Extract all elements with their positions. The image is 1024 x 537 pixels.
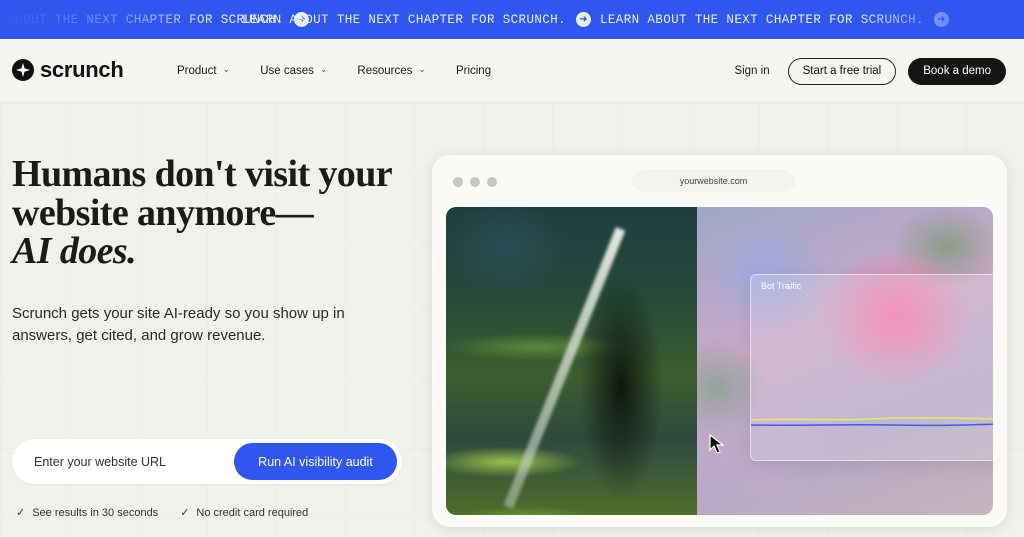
mouse-cursor-icon xyxy=(709,433,725,454)
logo[interactable]: scrunch xyxy=(12,57,124,83)
logo-text: scrunch xyxy=(40,57,124,82)
check-item: ✓ See results in 30 seconds xyxy=(16,506,158,519)
banner-text: LEARN ABOUT THE NEXT CHAPTER FOR SCRUNCH… xyxy=(242,12,566,27)
address-bar: yourwebsite.com xyxy=(632,170,795,192)
chevron-down-icon: ⌄ xyxy=(418,65,426,75)
headline-line: Humans don't visit your xyxy=(12,153,393,195)
nav-item-label: Pricing xyxy=(455,65,492,77)
banner-fade xyxy=(854,0,1024,39)
bot-traffic-lines xyxy=(751,417,993,427)
benefit-checks: ✓ See results in 30 seconds ✓ No credit … xyxy=(16,506,308,519)
traffic-line-yellow xyxy=(751,417,993,421)
window-dot xyxy=(487,177,497,187)
traffic-line-blue xyxy=(751,423,993,427)
banner-fade xyxy=(0,0,220,39)
window-dot xyxy=(453,177,463,187)
headline-line: website anymore— xyxy=(12,191,314,234)
check-item: ✓ No credit card required xyxy=(180,506,308,519)
headline-emphasis: AI does. xyxy=(12,230,137,272)
check-label: See results in 30 seconds xyxy=(32,506,159,519)
bot-traffic-panel: Bot Traffic xyxy=(750,274,993,461)
website-url-input[interactable] xyxy=(34,439,224,484)
window-dot xyxy=(470,177,480,187)
nav-item-pricing[interactable]: Pricing xyxy=(456,65,491,77)
checkmark-icon: ✓ xyxy=(180,506,190,519)
nav-actions: Sign in Start a free trial Book a demo xyxy=(734,39,1006,103)
sign-in-link[interactable]: Sign in xyxy=(734,65,769,77)
arrow-right-circle-icon: ➜ xyxy=(575,12,591,27)
announcement-banner[interactable]: LEARN ABOUT THE NEXT CHAPTER FOR SCRUNCH… xyxy=(0,0,1024,39)
start-free-trial-button[interactable]: Start a free trial xyxy=(787,57,897,85)
run-audit-button[interactable]: Run AI visibility audit xyxy=(234,443,397,480)
banner-item[interactable]: LEARN ABOUT THE NEXT CHAPTER FOR SCRUNCH… xyxy=(242,0,591,39)
check-label: No credit card required xyxy=(196,506,309,519)
chevron-down-icon: ⌄ xyxy=(319,65,328,75)
sparkle-star-icon xyxy=(12,59,34,81)
nav-menu: Product ⌄ Use cases ⌄ Resources ⌄ Pricin… xyxy=(177,39,521,103)
window-controls xyxy=(453,177,497,187)
chevron-down-icon: ⌄ xyxy=(222,65,231,75)
nav-item-label: Resources xyxy=(357,65,413,77)
browser-viewport: Bot Traffic xyxy=(446,207,993,515)
nav-item-label: Product xyxy=(177,65,217,77)
book-demo-button[interactable]: Book a demo xyxy=(908,57,1006,85)
url-form: Run AI visibility audit xyxy=(12,439,402,484)
top-navigation: scrunch Product ⌄ Use cases ⌄ Resources … xyxy=(0,39,1024,103)
nav-item-use-cases[interactable]: Use cases ⌄ xyxy=(260,65,327,77)
nav-item-resources[interactable]: Resources ⌄ xyxy=(357,65,426,77)
nav-item-label: Use cases xyxy=(260,65,314,77)
checkmark-icon: ✓ xyxy=(16,506,26,519)
nav-item-product[interactable]: Product ⌄ xyxy=(177,65,230,77)
hero-headline: Humans don't visit your website anymore—… xyxy=(12,155,412,271)
browser-mockup: yourwebsite.com Bot Traffic xyxy=(432,155,1007,527)
hero-subtext: Scrunch gets your site AI-ready so you s… xyxy=(12,305,345,344)
